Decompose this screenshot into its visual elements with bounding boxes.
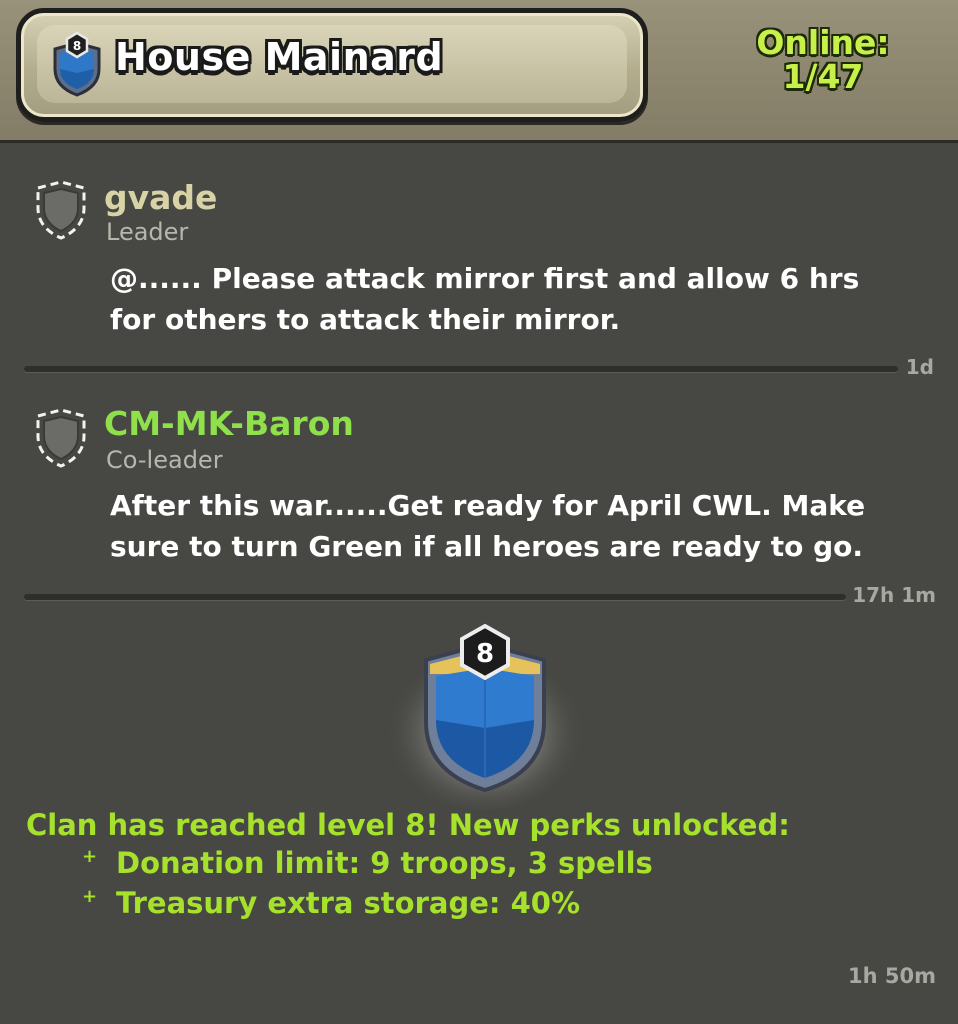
level-up-title: Clan has reached level 8! New perks unlo… (26, 808, 790, 842)
perk-item: + Donation limit: 9 troops, 3 spells (82, 846, 653, 880)
badge-level-number: 8 (476, 639, 494, 669)
message-divider (24, 366, 898, 372)
message-text: After this war......Get ready for April … (110, 485, 950, 567)
message-role: Co-leader (106, 446, 223, 474)
default-shield-icon[interactable] (32, 406, 90, 470)
message-text-line: @...... Please attack mirror first and a… (110, 262, 860, 295)
default-shield-icon[interactable] (32, 178, 90, 242)
clan-name: House Mainard (115, 35, 444, 79)
online-label: Online: (756, 23, 890, 62)
online-count: 1/47 (782, 57, 864, 96)
perk-text: Treasury extra storage: 40% (116, 886, 580, 920)
message-author[interactable]: gvade (104, 178, 217, 217)
message-author[interactable]: CM-MK-Baron (104, 404, 354, 443)
message-divider (24, 594, 846, 600)
perk-item: + Treasury extra storage: 40% (82, 886, 580, 920)
message-time: 1d (905, 355, 934, 379)
clan-badge-level: 8 (73, 39, 81, 53)
message-text-line: sure to turn Green if all heroes are rea… (110, 530, 863, 563)
perk-text: Donation limit: 9 troops, 3 spells (116, 846, 653, 880)
online-status: Online: 1/47 (748, 26, 898, 94)
message-time: 17h 1m (852, 583, 936, 607)
message-text: @...... Please attack mirror first and a… (110, 258, 950, 340)
message-role: Leader (106, 218, 189, 246)
clan-badge-icon: 8 (385, 623, 585, 810)
perk-bullet: + (82, 846, 98, 867)
message-text-line: for others to attack their mirror. (110, 303, 621, 336)
clan-header: 8 House Mainard Online: 1/47 (0, 0, 958, 143)
perk-bullet: + (82, 886, 98, 907)
clan-badge-icon: 8 (53, 31, 101, 97)
event-time: 1h 50m (848, 964, 936, 988)
clan-info-button[interactable]: 8 House Mainard (16, 8, 648, 122)
message-text-line: After this war......Get ready for April … (110, 489, 866, 522)
